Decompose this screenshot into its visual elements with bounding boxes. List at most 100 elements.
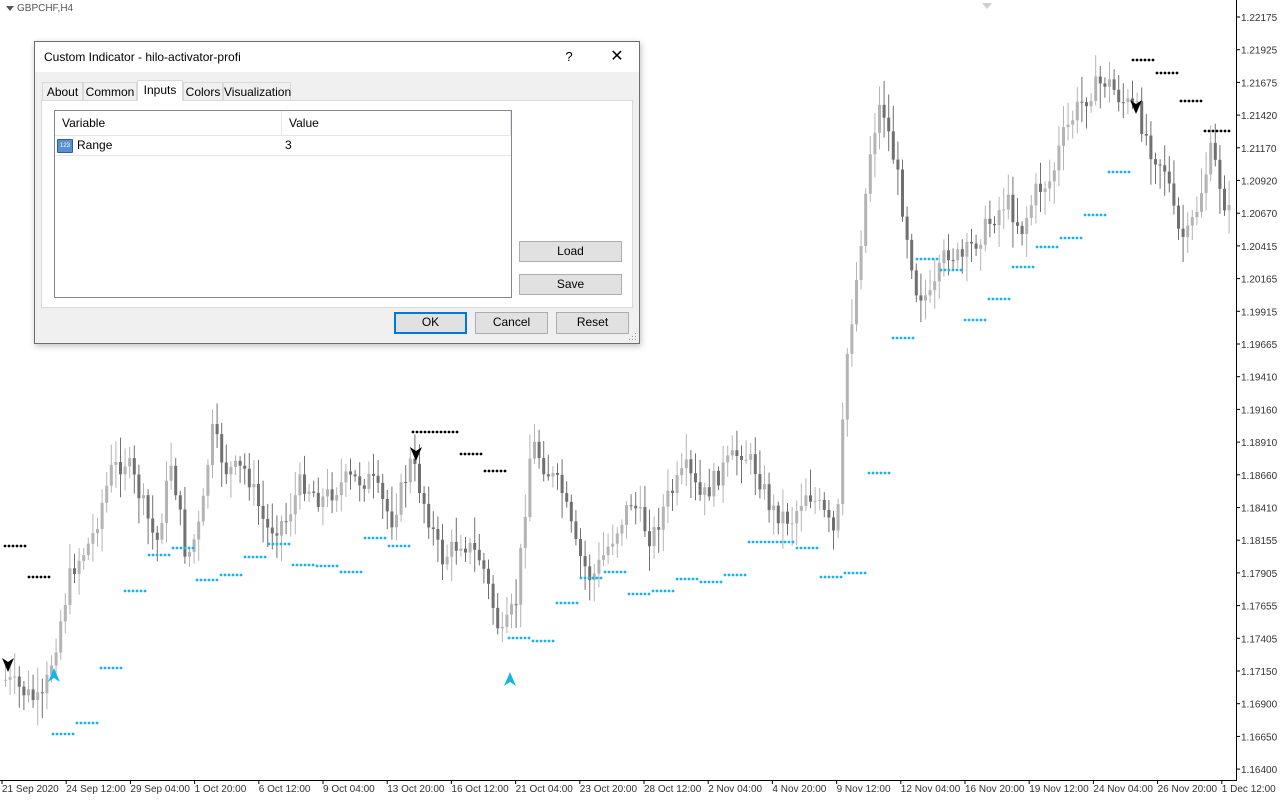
hilo-support-dot xyxy=(567,601,571,605)
tab-inputs[interactable]: Inputs xyxy=(137,80,183,101)
hilo-support-dot xyxy=(663,589,667,593)
tab-about[interactable]: About xyxy=(42,82,83,100)
time-label: 24 Sep 12:00 xyxy=(66,784,126,795)
candle-body xyxy=(634,505,638,509)
candle-body xyxy=(882,104,886,118)
hilo-support-dot xyxy=(151,553,155,557)
hilo-support-dot xyxy=(1039,245,1043,249)
hilo-support-dot xyxy=(899,336,903,340)
ok-button[interactable]: OK xyxy=(394,312,467,334)
hilo-support-dot xyxy=(939,268,943,272)
hilo-support-dot xyxy=(51,732,55,736)
hilo-support-dot xyxy=(827,575,831,579)
hilo-support-dot xyxy=(179,546,183,550)
hilo-support-dot xyxy=(815,546,819,550)
hilo-support-dot xyxy=(507,636,511,640)
candle-body xyxy=(988,218,992,224)
hilo-resistance-dot xyxy=(495,469,499,473)
time-axis: 21 Sep 2020 24 Sep 12:00 29 Sep 04:00 1 Oct… xyxy=(1,781,1276,795)
price-label: 1.17905 xyxy=(1241,569,1278,580)
hilo-support-dot xyxy=(699,580,703,584)
hilo-support-dot xyxy=(71,732,75,736)
candle-body xyxy=(206,465,210,496)
candle-body xyxy=(804,495,808,506)
candle-body xyxy=(786,511,789,524)
candle-body xyxy=(73,568,76,574)
hilo-resistance-dot xyxy=(1175,71,1179,75)
resize-grip-icon[interactable] xyxy=(629,333,637,341)
candle-body xyxy=(1163,165,1167,172)
load-button[interactable]: Load xyxy=(519,241,622,262)
hilo-support-dot xyxy=(383,536,387,540)
hilo-support-dot xyxy=(371,536,375,540)
hilo-resistance-dot xyxy=(1223,129,1227,133)
hilo-resistance-dot xyxy=(1139,58,1143,62)
hilo-resistance-dot xyxy=(1207,129,1211,133)
table-row[interactable]: 123 Range 3 xyxy=(55,136,511,156)
candle-body xyxy=(450,541,454,557)
hilo-support-dot xyxy=(959,268,963,272)
hilo-resistance-dot xyxy=(39,575,43,579)
candle-body xyxy=(372,473,375,476)
candle-body xyxy=(335,495,339,501)
row-value[interactable]: 3 xyxy=(285,136,292,155)
hilo-resistance-dot xyxy=(1203,129,1207,133)
chart-shift-marker[interactable] xyxy=(982,3,992,9)
help-button[interactable]: ? xyxy=(557,42,581,72)
candle-body xyxy=(183,509,187,557)
candle-body xyxy=(1135,101,1139,103)
candle-body xyxy=(1011,194,1015,223)
hilo-support-dot xyxy=(127,589,131,593)
hilo-support-dot xyxy=(547,639,551,643)
candle-body xyxy=(8,677,12,680)
hilo-support-dot xyxy=(59,732,63,736)
hilo-support-dot xyxy=(1123,170,1127,174)
inputs-table[interactable]: Variable Value 123 Range 3 xyxy=(54,110,512,298)
hilo-support-dot xyxy=(975,318,979,322)
cancel-button[interactable]: Cancel xyxy=(475,312,548,334)
candle-body xyxy=(809,495,812,502)
price-label: 1.21925 xyxy=(1241,46,1278,57)
save-button[interactable]: Save xyxy=(519,274,622,295)
candle-body xyxy=(735,450,739,457)
hilo-support-dot xyxy=(979,318,983,322)
hilo-support-dot xyxy=(627,592,631,596)
tab-common[interactable]: Common xyxy=(83,82,137,100)
candle-body xyxy=(464,548,467,553)
column-header-variable[interactable]: Variable xyxy=(55,111,282,135)
hilo-support-dot xyxy=(603,570,607,574)
symbol-dropdown-icon[interactable] xyxy=(6,6,14,11)
reset-button[interactable]: Reset xyxy=(556,312,629,334)
hilo-support-dot xyxy=(395,544,399,548)
column-header-value[interactable]: Value xyxy=(282,111,511,135)
time-label: 12 Nov 04:00 xyxy=(901,784,961,795)
inputs-table-header: Variable Value xyxy=(55,111,511,136)
candle-body xyxy=(307,491,311,494)
hilo-support-dot xyxy=(835,575,839,579)
candle-body xyxy=(960,249,964,257)
dialog-titlebar[interactable]: Custom Indicator - hilo-activator-profi … xyxy=(35,42,639,72)
candle-body xyxy=(726,455,730,463)
hilo-support-dot xyxy=(1011,265,1015,269)
candle-body xyxy=(22,686,26,696)
hilo-support-dot xyxy=(367,536,371,540)
close-button[interactable]: ✕ xyxy=(603,42,631,72)
candle-body xyxy=(270,527,274,534)
hilo-support-dot xyxy=(523,636,527,640)
candle-body xyxy=(753,454,757,475)
hilo-support-dot xyxy=(155,553,159,557)
hilo-support-dot xyxy=(767,540,771,544)
tab-visualization[interactable]: Visualization xyxy=(223,82,291,100)
hilo-support-dot xyxy=(843,571,847,575)
time-label: 2 Nov 04:00 xyxy=(708,784,762,795)
candle-body xyxy=(123,466,127,475)
tab-colors[interactable]: Colors xyxy=(183,82,223,100)
candle-body xyxy=(63,604,67,622)
candle-body xyxy=(192,539,196,552)
hilo-support-dot xyxy=(327,564,331,568)
hilo-support-dot xyxy=(739,573,743,577)
candle-body xyxy=(418,463,421,494)
candle-body xyxy=(40,692,44,694)
hilo-support-dot xyxy=(363,536,367,540)
hilo-support-dot xyxy=(591,576,595,580)
